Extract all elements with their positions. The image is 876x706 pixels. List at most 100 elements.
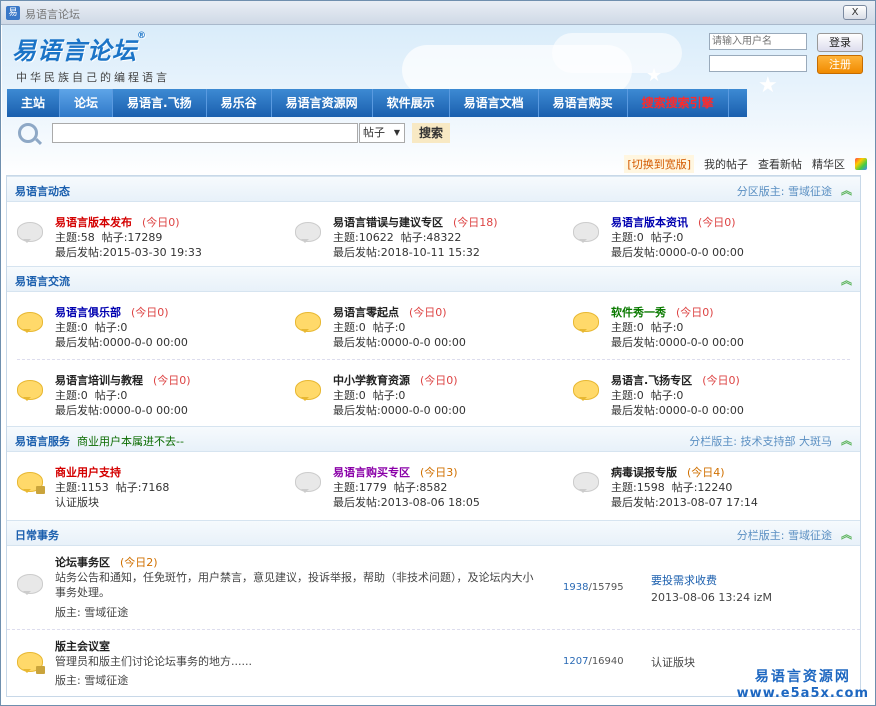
forum-name[interactable]: 易语言零起点 (今日0) xyxy=(333,304,447,320)
forum-status-icon xyxy=(573,222,599,243)
section-title[interactable]: 日常事务 xyxy=(15,527,59,543)
forum-name[interactable]: 软件秀一秀 (今日0) xyxy=(611,304,714,320)
section-moderators: 分区版主: 雪域征途 xyxy=(736,185,832,198)
section-header: 易语言动态 分区版主: 雪域征途 ︽ xyxy=(7,176,860,202)
digest-link[interactable]: 精华区 xyxy=(812,156,845,172)
forum-last-post: 最后发帖:0000-0-0 00:00 xyxy=(611,404,744,417)
forum-status-icon xyxy=(17,574,43,595)
close-button[interactable]: X xyxy=(843,5,867,20)
nav-item-software[interactable]: 软件展示 xyxy=(373,89,450,117)
forum-row: 易语言俱乐部 (今日0) 主题:0 帖子:0 最后发帖:0000-0-0 00:0… xyxy=(7,292,860,360)
forum-cell: 易语言.飞扬专区 (今日0) 主题:0 帖子:0 最后发帖:0000-0-0 00… xyxy=(563,360,843,424)
section-title[interactable]: 易语言交流 xyxy=(15,273,70,289)
section-notice: 商业用户本属进不去-- xyxy=(77,435,184,448)
forum-name[interactable]: 易语言.飞扬专区 (今日0) xyxy=(611,372,740,388)
forum-cell: 易语言零起点 (今日0) 主题:0 帖子:0 最后发帖:0000-0-0 00:0… xyxy=(285,292,565,356)
forum-cell: 软件秀一秀 (今日0) 主题:0 帖子:0 最后发帖:0000-0-0 00:00 xyxy=(563,292,843,356)
forum-last-post: 最后发帖:0000-0-0 00:00 xyxy=(333,404,466,417)
forum-name[interactable]: 易语言版本发布 (今日0) xyxy=(55,214,180,230)
forum-status-icon xyxy=(295,380,321,401)
forum-name[interactable]: 易语言培训与教程 (今日0) xyxy=(55,372,191,388)
nav-item-search-engine[interactable]: 搜索搜索引擎 xyxy=(628,89,729,117)
forum-status-icon xyxy=(17,380,43,401)
search-scope-select[interactable]: 帖子 ▼ xyxy=(359,123,405,143)
login-panel: 登录 注册 xyxy=(709,33,865,77)
collapse-icon[interactable]: ︽ xyxy=(841,272,852,288)
forum-cell: 易语言培训与教程 (今日0) 主题:0 帖子:0 最后发帖:0000-0-0 00… xyxy=(7,360,287,424)
forum-status-icon xyxy=(295,312,321,333)
nav-item-yilegu[interactable]: 易乐谷 xyxy=(207,89,272,117)
forum-cell: 易语言版本发布 (今日0) 主题:58 帖子:17289 最后发帖:2015-03… xyxy=(7,202,287,266)
forum-status-icon xyxy=(17,312,43,333)
forum-last-post: 认证版块 xyxy=(55,496,99,509)
username-input[interactable] xyxy=(709,33,807,50)
forum-name[interactable]: 易语言错误与建议专区 (今日18) xyxy=(333,214,498,230)
section-header: 日常事务 分栏版主: 雪域征途 ︽ xyxy=(7,520,860,546)
section-title[interactable]: 易语言动态 xyxy=(15,183,70,199)
forum-row: 商业用户支持 主题:1153 帖子:7168 认证版块 易语言购买专区 (今日3)… xyxy=(7,452,860,520)
forum-status-icon xyxy=(573,380,599,401)
forum-stats: 主题:10622 帖子:48322 xyxy=(333,231,462,244)
chevron-down-icon: ▼ xyxy=(393,128,400,137)
forum-name[interactable]: 论坛事务区 (今日2) xyxy=(55,554,158,570)
section-title[interactable]: 易语言服务 xyxy=(15,433,70,449)
palette-icon[interactable] xyxy=(855,158,867,170)
forum-stats: 主题:0 帖子:0 xyxy=(55,389,128,402)
forum-name[interactable]: 商业用户支持 xyxy=(55,464,121,480)
search-button[interactable]: 搜索 xyxy=(412,123,450,143)
switch-width-link[interactable]: [切换到宽版] xyxy=(624,155,694,173)
login-button[interactable]: 登录 xyxy=(817,33,863,52)
forum-last-post: 最后发帖:0000-0-0 00:00 xyxy=(333,336,466,349)
section-header: 易语言服务 商业用户本属进不去-- 分栏版主: 技术支持部 大斑马 ︽ xyxy=(7,426,860,452)
nav-item-buy[interactable]: 易语言购买 xyxy=(539,89,628,117)
watermark: 易语言资源网 www.e5a5x.com xyxy=(736,669,869,701)
new-posts-link[interactable]: 查看新帖 xyxy=(758,156,802,172)
nav-item-home[interactable]: 主站 xyxy=(7,89,61,117)
forum-name[interactable]: 中小学教育资源 (今日0) xyxy=(333,372,458,388)
forum-name[interactable]: 易语言俱乐部 (今日0) xyxy=(55,304,169,320)
forum-last-post: 最后发帖:0000-0-0 00:00 xyxy=(55,336,188,349)
collapse-icon[interactable]: ︽ xyxy=(841,182,852,198)
collapse-icon[interactable]: ︽ xyxy=(841,432,852,448)
search-icon xyxy=(18,123,38,143)
nav-item-forum[interactable]: 论坛 xyxy=(60,89,114,117)
forum-last-post: 最后发帖:0000-0-0 00:00 xyxy=(611,246,744,259)
forum-description: 站务公告和通知，任免斑竹，用户禁言，意见建议，投诉举报，帮助（非技术问题），及论… xyxy=(55,571,534,599)
forum-name[interactable]: 版主会议室 xyxy=(55,638,110,654)
site-logo[interactable]: 易语言论坛® xyxy=(12,31,147,66)
forum-status-icon xyxy=(295,222,321,243)
forum-stats: 主题:0 帖子:0 xyxy=(611,389,684,402)
forum-moderators: 版主: 雪域征途 xyxy=(55,606,129,619)
nav-item-feiyang[interactable]: 易语言.飞扬 xyxy=(113,89,207,117)
window-title: 易语言论坛 xyxy=(25,8,80,21)
section-moderators: 分栏版主: 技术支持部 大斑马 xyxy=(689,435,832,448)
forum-cell: 中小学教育资源 (今日0) 主题:0 帖子:0 最后发帖:0000-0-0 00:… xyxy=(285,360,565,424)
forum-name[interactable]: 易语言版本资讯 (今日0) xyxy=(611,214,736,230)
forum-last-post: 最后发帖:0000-0-0 00:00 xyxy=(55,404,188,417)
nav-item-resources[interactable]: 易语言资源网 xyxy=(272,89,373,117)
star-icon: ★ xyxy=(646,65,663,86)
nav-item-docs[interactable]: 易语言文档 xyxy=(450,89,539,117)
forum-stats: 主题:0 帖子:0 xyxy=(611,321,684,334)
site-slogan: 中华民族自己的编程语言 xyxy=(16,71,170,84)
forum-name[interactable]: 易语言购买专区 (今日3) xyxy=(333,464,458,480)
collapse-icon[interactable]: ︽ xyxy=(841,526,852,542)
my-posts-link[interactable]: 我的帖子 xyxy=(704,156,748,172)
forum-name[interactable]: 病毒误报专版 (今日4) xyxy=(611,464,725,480)
forum-last-post: 最后发帖:2013-08-07 17:14 xyxy=(611,496,758,509)
last-post-link[interactable]: 要投需求收费 xyxy=(651,572,772,588)
forum-toolbar: [切换到宽版] 我的帖子 查看新帖 精华区 xyxy=(614,155,867,173)
forum-status-icon xyxy=(573,472,599,493)
forum-cell: 商业用户支持 主题:1153 帖子:7168 认证版块 xyxy=(7,452,287,516)
search-input[interactable] xyxy=(52,123,358,143)
forum-last-post: 最后发帖:0000-0-0 00:00 xyxy=(611,336,744,349)
register-button[interactable]: 注册 xyxy=(817,55,863,74)
forum-list-row: 论坛事务区 (今日2) 站务公告和通知，任免斑竹，用户禁言，意见建议，投诉举报，帮… xyxy=(7,546,860,630)
forum-stats: 主题:0 帖子:0 xyxy=(333,321,406,334)
forum-stats: 主题:0 帖子:0 xyxy=(55,321,128,334)
forum-cell: 易语言购买专区 (今日3) 主题:1779 帖子:8582 最后发帖:2013-0… xyxy=(285,452,565,516)
password-input[interactable] xyxy=(709,55,807,72)
main-nav: 主站 论坛 易语言.飞扬 易乐谷 易语言资源网 软件展示 易语言文档 易语言购买… xyxy=(7,89,747,117)
forum-cell: 病毒误报专版 (今日4) 主题:1598 帖子:12240 最后发帖:2013-0… xyxy=(563,452,843,516)
forum-stats: 主题:0 帖子:0 xyxy=(333,389,406,402)
